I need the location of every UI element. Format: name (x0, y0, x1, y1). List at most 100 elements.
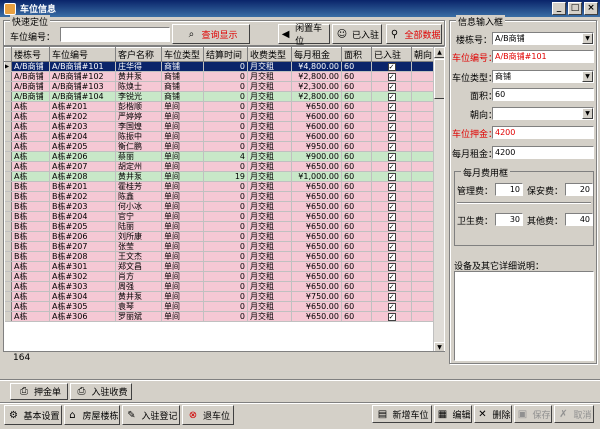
row-indicator[interactable] (4, 161, 12, 172)
buildings-button[interactable]: ⌂ 房屋楼栋 (64, 405, 120, 425)
table-row[interactable]: B栋 B栋#207 张莹 单间 0 月交租 ¥650.00 60 ✓ (4, 241, 437, 252)
building-combo[interactable]: A/B商铺 ▼ (492, 32, 594, 45)
checkbox-checked-icon[interactable]: ✓ (387, 252, 396, 261)
row-indicator[interactable] (4, 261, 12, 272)
cancel-button[interactable]: ✗ 取消 (554, 405, 594, 423)
checkbox-checked-icon[interactable]: ✓ (387, 212, 396, 221)
row-indicator[interactable] (4, 101, 12, 112)
row-indicator[interactable] (4, 91, 12, 102)
occupied-checkbox-cell[interactable]: ✓ (371, 121, 412, 132)
table-row[interactable]: A栋 A栋#207 胡定州 单间 0 月交租 ¥650.00 60 ✓ (4, 161, 437, 172)
table-row[interactable]: A栋 A栋#202 严婷婷 单间 0 月交租 ¥600.00 60 ✓ (4, 111, 437, 122)
checkbox-checked-icon[interactable]: ✓ (387, 272, 396, 281)
row-indicator[interactable] (4, 131, 12, 142)
checkbox-checked-icon[interactable]: ✓ (387, 172, 396, 181)
table-row[interactable]: A栋 A栋#206 蔡丽 单间 4 月交租 ¥900.00 60 ✓ (4, 151, 437, 162)
column-header[interactable]: 收费类型 (247, 47, 292, 62)
column-header[interactable]: 楼栋号 (11, 47, 50, 62)
row-indicator[interactable] (4, 121, 12, 132)
table-row[interactable]: A栋 A栋#302 肖方 单间 0 月交租 ¥650.00 60 ✓ (4, 271, 437, 282)
scroll-up-icon[interactable]: ▲ (434, 47, 444, 58)
table-row[interactable]: A/B商铺 A/B商铺#103 陈焕士 商铺 0 月交租 ¥2,300.00 60 ✓ (4, 81, 437, 92)
parking-data-grid[interactable]: 楼栋号 车位编号 客户名称 车位类型 结算时间 收费类型 每月租金 面积 已入驻 朝向 ▶ A/B商… (3, 46, 445, 364)
column-header[interactable]: 车位类型 (161, 47, 204, 62)
row-indicator[interactable] (4, 191, 12, 202)
checkbox-checked-icon[interactable]: ✓ (387, 232, 396, 241)
checkbox-checked-icon[interactable]: ✓ (387, 292, 396, 301)
occupied-checkbox-cell[interactable]: ✓ (371, 221, 412, 232)
column-header[interactable]: 每月租金 (291, 47, 342, 62)
row-indicator[interactable] (4, 111, 12, 122)
occupied-checkbox-cell[interactable]: ✓ (371, 291, 412, 302)
row-indicator[interactable] (4, 151, 12, 162)
checkbox-checked-icon[interactable]: ✓ (387, 82, 396, 91)
table-row[interactable]: A栋 A栋#305 袁琴 单间 0 月交租 ¥650.00 60 ✓ (4, 301, 437, 312)
occupied-checkbox-cell[interactable]: ✓ (371, 81, 412, 92)
checkbox-checked-icon[interactable]: ✓ (387, 222, 396, 231)
row-indicator[interactable] (4, 281, 12, 292)
occupied-checkbox-cell[interactable]: ✓ (371, 61, 412, 72)
column-header[interactable]: 车位编号 (49, 47, 116, 62)
occupied-checkbox-cell[interactable]: ✓ (371, 181, 412, 192)
occupied-checkbox-cell[interactable]: ✓ (371, 201, 412, 212)
notes-textarea[interactable] (454, 271, 594, 361)
table-row[interactable]: ▶ A/B商铺 A/B商铺#101 庄华得 商铺 0 月交租 ¥4,800.00 60 ✓ (4, 61, 437, 72)
column-header[interactable]: 客户名称 (115, 47, 162, 62)
other-fee-field[interactable]: 40 (565, 213, 593, 226)
checkbox-checked-icon[interactable]: ✓ (387, 122, 396, 131)
occupied-checkbox-cell[interactable]: ✓ (371, 231, 412, 242)
area-field[interactable]: 60 (492, 88, 594, 101)
checkbox-checked-icon[interactable]: ✓ (387, 72, 396, 81)
space-type-combo[interactable]: 商铺 ▼ (492, 70, 594, 83)
return-space-button[interactable]: ⊗ 退车位 (182, 405, 234, 425)
checkbox-checked-icon[interactable]: ✓ (387, 312, 396, 321)
table-row[interactable]: A/B商铺 A/B商铺#104 李锐光 商铺 0 月交租 ¥2,800.00 60 ✓ (4, 91, 437, 102)
table-row[interactable]: A/B商铺 A/B商铺#102 黄井泵 商铺 0 月交租 ¥2,800.00 60 ✓ (4, 71, 437, 82)
space-number-search-input[interactable] (60, 27, 170, 42)
row-indicator[interactable] (4, 251, 12, 262)
checkbox-checked-icon[interactable]: ✓ (387, 92, 396, 101)
table-row[interactable]: A栋 A栋#301 郑文昌 单间 0 月交租 ¥650.00 60 ✓ (4, 261, 437, 272)
scroll-thumb[interactable] (434, 59, 444, 99)
chevron-down-icon[interactable]: ▼ (582, 108, 593, 119)
occupied-checkbox-cell[interactable]: ✓ (371, 281, 412, 292)
row-indicator[interactable] (4, 271, 12, 282)
occupied-checkbox-cell[interactable]: ✓ (371, 171, 412, 182)
table-row[interactable]: B栋 B栋#201 霍桂芳 单间 0 月交租 ¥650.00 60 ✓ (4, 181, 437, 192)
column-header[interactable]: 已入驻 (371, 47, 412, 62)
checkbox-checked-icon[interactable]: ✓ (387, 242, 396, 251)
save-button[interactable]: ▣ 保存 (514, 405, 552, 423)
monthly-rent-field[interactable]: 4200 (492, 146, 594, 159)
checkbox-checked-icon[interactable]: ✓ (387, 102, 396, 111)
table-row[interactable]: B栋 B栋#206 刘所康 单间 0 月交租 ¥650.00 60 ✓ (4, 231, 437, 242)
deposit-field[interactable]: 4200 (492, 126, 594, 139)
space-no-field[interactable]: A/B商铺#101 (492, 50, 594, 63)
occupied-checkbox-cell[interactable]: ✓ (371, 111, 412, 122)
table-row[interactable]: A栋 A栋#205 衡仁鹏 单间 0 月交租 ¥950.00 60 ✓ (4, 141, 437, 152)
security-fee-field[interactable]: 20 (565, 183, 593, 196)
row-indicator[interactable] (4, 171, 12, 182)
checkbox-checked-icon[interactable]: ✓ (387, 202, 396, 211)
table-row[interactable]: A栋 A栋#306 罗丽斌 单间 0 月交租 ¥650.00 60 ✓ (4, 311, 437, 322)
checkbox-checked-icon[interactable]: ✓ (387, 302, 396, 311)
table-row[interactable]: B栋 B栋#203 何小冰 单间 0 月交租 ¥650.00 60 ✓ (4, 201, 437, 212)
row-indicator[interactable] (4, 311, 12, 322)
occupied-checkbox-cell[interactable]: ✓ (371, 131, 412, 142)
checkbox-checked-icon[interactable]: ✓ (387, 192, 396, 201)
table-row[interactable]: B栋 B栋#205 陆丽 单间 0 月交租 ¥650.00 60 ✓ (4, 221, 437, 232)
checkbox-checked-icon[interactable]: ✓ (387, 152, 396, 161)
maximize-button[interactable]: □ (568, 2, 582, 15)
new-space-button[interactable]: ▤ 新增车位 (372, 405, 432, 423)
row-indicator[interactable] (4, 241, 12, 252)
row-indicator[interactable] (4, 81, 12, 92)
row-indicator[interactable] (4, 181, 12, 192)
row-indicator[interactable] (4, 141, 12, 152)
checkbox-checked-icon[interactable]: ✓ (387, 282, 396, 291)
close-button[interactable]: × (584, 2, 598, 15)
edit-button[interactable]: ▦ 编辑 (434, 405, 472, 423)
table-row[interactable]: B栋 B栋#202 陈鑫 单间 0 月交租 ¥650.00 60 ✓ (4, 191, 437, 202)
occupied-checkbox-cell[interactable]: ✓ (371, 311, 412, 322)
column-header[interactable]: 面积 (341, 47, 372, 62)
table-row[interactable]: A栋 A栋#201 彭楷顺 单间 0 月交租 ¥650.00 60 ✓ (4, 101, 437, 112)
minimize-button[interactable]: _ (552, 2, 566, 15)
